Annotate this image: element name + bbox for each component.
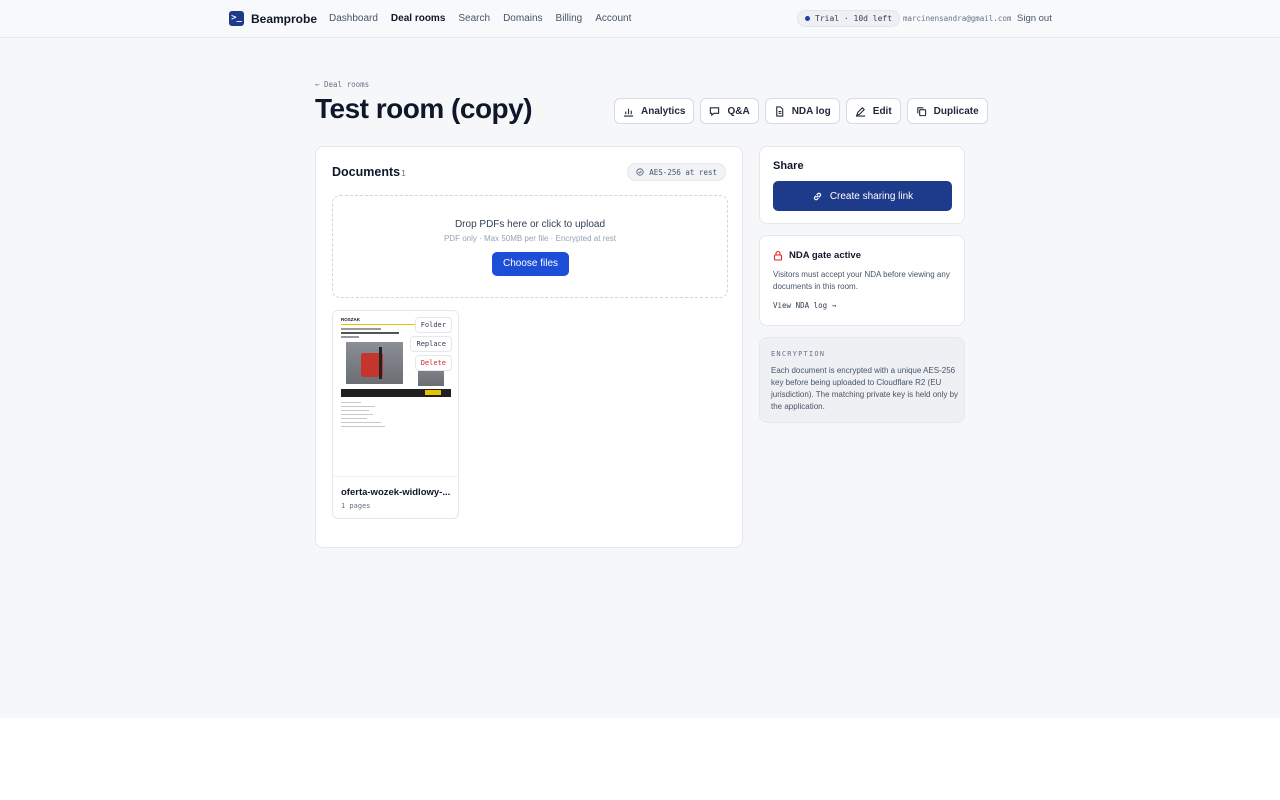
thumbnail-row bbox=[341, 418, 367, 419]
brand[interactable]: >_ Beamprobe bbox=[229, 11, 317, 26]
thumbnail-row bbox=[341, 426, 385, 427]
nav-domains[interactable]: Domains bbox=[503, 13, 542, 24]
qa-label: Q&A bbox=[727, 105, 750, 117]
nav-dashboard[interactable]: Dashboard bbox=[329, 13, 378, 24]
nda-description: Visitors must accept your NDA before vie… bbox=[773, 270, 950, 291]
analytics-button[interactable]: Analytics bbox=[614, 98, 695, 124]
replace-button[interactable]: Replace bbox=[410, 336, 452, 352]
analytics-label: Analytics bbox=[641, 105, 686, 117]
qa-button[interactable]: Q&A bbox=[700, 98, 759, 124]
shield-check-icon bbox=[636, 168, 644, 176]
copy-icon bbox=[916, 106, 926, 116]
dropzone-title: Drop PDFs here or click to upload bbox=[454, 219, 606, 230]
thumbnail-price-tag bbox=[425, 390, 441, 395]
forklift-mast bbox=[379, 347, 382, 379]
duplicate-label: Duplicate bbox=[933, 105, 979, 117]
encryption-badge: AES-256 at rest bbox=[627, 163, 726, 181]
nda-header: NDA gate active bbox=[773, 250, 861, 261]
encryption-description: Each document is encrypted with a unique… bbox=[771, 366, 959, 411]
trial-badge[interactable]: Trial · 10d left bbox=[797, 10, 901, 27]
dropzone-subtitle: PDF only · Max 50MB per file · Encrypted… bbox=[443, 234, 617, 243]
brand-name: Beamprobe bbox=[251, 11, 318, 26]
lock-icon bbox=[773, 250, 783, 261]
room-actions: Analytics Q&A NDA log Edit Duplicate bbox=[614, 98, 988, 124]
share-card: Share Create sharing link bbox=[759, 146, 965, 224]
share-title: Share bbox=[773, 160, 804, 172]
document-pages: 1 pages bbox=[341, 502, 371, 510]
document-icon bbox=[775, 105, 783, 117]
main-nav: Dashboard Deal rooms Search Domains Bill… bbox=[329, 13, 631, 24]
duplicate-button[interactable]: Duplicate bbox=[906, 98, 988, 124]
thumbnail-text-line bbox=[341, 328, 381, 330]
nav-deal-rooms[interactable]: Deal rooms bbox=[391, 13, 445, 24]
document-name[interactable]: oferta-wozek-widlowy-... bbox=[341, 487, 453, 498]
trial-label: Trial · 10d left bbox=[815, 14, 893, 23]
thumbnail-text-line bbox=[341, 336, 359, 338]
view-nda-log-link[interactable]: View NDA log → bbox=[773, 301, 836, 310]
choose-files-button[interactable]: Choose files bbox=[492, 252, 569, 276]
edit-button[interactable]: Edit bbox=[845, 98, 901, 124]
nda-log-button[interactable]: NDA log bbox=[764, 98, 840, 124]
documents-card: Documents 1 AES-256 at rest Drop PDFs he… bbox=[315, 146, 743, 548]
thumbnail-text-line bbox=[341, 332, 399, 334]
nav-search[interactable]: Search bbox=[458, 13, 490, 24]
user-email: marcinensandra@gmail.com bbox=[903, 14, 1012, 23]
thumbnail-row bbox=[341, 406, 375, 407]
thumbnail-row bbox=[341, 410, 369, 411]
create-sharing-link-button[interactable]: Create sharing link bbox=[773, 181, 952, 211]
create-sharing-link-label: Create sharing link bbox=[829, 190, 914, 202]
nda-card: NDA gate active Visitors must accept you… bbox=[759, 235, 965, 326]
brand-logo-icon: >_ bbox=[229, 11, 244, 26]
document-tile[interactable]: ROSZAK Folder Replace Delete oferta-woze… bbox=[332, 310, 459, 519]
thumbnail-row bbox=[341, 414, 373, 415]
thumbnail-brand: ROSZAK bbox=[341, 317, 360, 322]
trial-dot-icon bbox=[805, 16, 810, 21]
chat-icon bbox=[710, 106, 720, 116]
top-navbar: >_ Beamprobe Dashboard Deal rooms Search… bbox=[0, 0, 1280, 38]
thumbnail-row bbox=[341, 422, 381, 423]
nda-log-label: NDA log bbox=[791, 105, 831, 117]
thumbnail-row bbox=[341, 402, 361, 403]
upload-dropzone[interactable]: Drop PDFs here or click to upload PDF on… bbox=[332, 195, 728, 298]
documents-title: Documents bbox=[332, 165, 401, 179]
link-icon bbox=[813, 192, 821, 200]
documents-count: 1 bbox=[401, 169, 406, 178]
edit-icon bbox=[855, 106, 865, 117]
encryption-card: ENCRYPTION Each document is encrypted wi… bbox=[759, 337, 965, 423]
nda-title: NDA gate active bbox=[789, 250, 861, 261]
nav-account[interactable]: Account bbox=[595, 13, 631, 24]
edit-label: Edit bbox=[872, 105, 892, 117]
bar-chart-icon bbox=[623, 108, 634, 117]
nav-billing[interactable]: Billing bbox=[556, 13, 583, 24]
delete-button[interactable]: Delete bbox=[414, 355, 452, 371]
breadcrumb-back-link[interactable]: ← Deal rooms bbox=[315, 80, 369, 89]
encryption-badge-label: AES-256 at rest bbox=[649, 167, 717, 177]
page-title: Test room (copy) bbox=[315, 93, 533, 124]
encryption-title: ENCRYPTION bbox=[771, 350, 826, 358]
folder-button[interactable]: Folder bbox=[414, 317, 452, 333]
sign-out-link[interactable]: Sign out bbox=[1017, 13, 1052, 24]
thumbnail-rule bbox=[341, 324, 417, 325]
